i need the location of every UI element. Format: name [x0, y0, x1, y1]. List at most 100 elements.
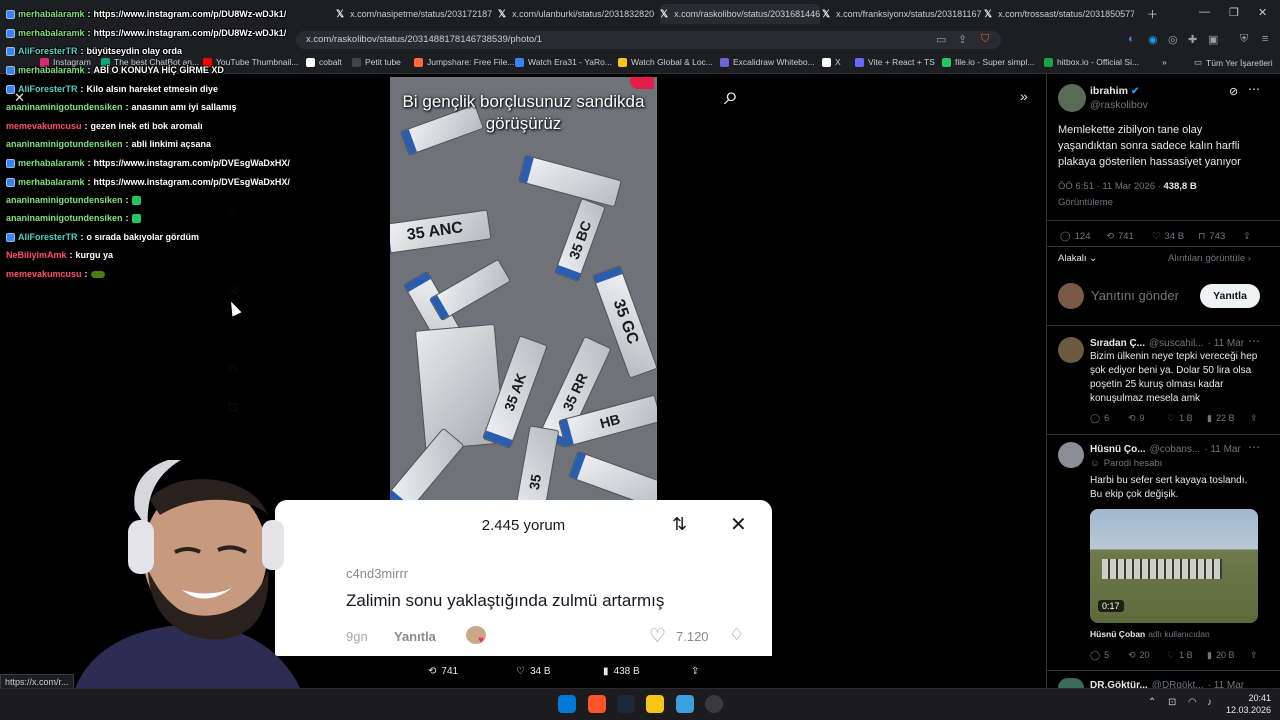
sort-replies-dropdown[interactable]: Alakalı ⌄ [1058, 251, 1097, 266]
reply-views[interactable]: ▮ 22 B [1207, 413, 1234, 424]
view-quotes-link[interactable]: Alıntıları görüntüle › [1168, 251, 1251, 266]
x-logo-icon: 𝕏 [498, 8, 507, 20]
url-input[interactable]: x.com/raskolibov/status/2031488178146738… [296, 31, 1001, 49]
more-icon[interactable]: ⋯ [1248, 334, 1260, 348]
windows-start-icon[interactable] [558, 695, 576, 713]
browser-tab-active[interactable]: 𝕏x.com/raskolibov/status/2031681446 [660, 4, 820, 24]
close-photo-icon[interactable]: ✕ [14, 90, 25, 106]
bookmark-item[interactable]: X [822, 57, 841, 67]
volume-icon[interactable]: ♪ [1207, 697, 1212, 708]
dislike-icon[interactable]: ♢ [729, 625, 744, 645]
reply-repost-button[interactable]: ⟲ 20 [1128, 650, 1150, 661]
more-icon[interactable]: ⋯ [1248, 440, 1260, 454]
brave-browser-icon[interactable] [588, 695, 606, 713]
bookmark-item[interactable]: file.io - Super simpl... [942, 57, 1034, 67]
comment-username[interactable]: c4nd3mirrr [346, 566, 408, 581]
network-icon[interactable]: ⊡ [1168, 697, 1176, 708]
tray-chevron-icon[interactable]: ⌃ [1148, 697, 1156, 708]
share-button[interactable]: ⇪ [691, 666, 699, 677]
share-icon[interactable]: ⇪ [1243, 229, 1251, 244]
tweet-author[interactable]: ibrahim ✔ [1090, 84, 1139, 99]
chat-message: ananinaminigotundensiken: abli linkimi aç… [6, 139, 212, 149]
more-icon[interactable]: ⋯ [1248, 82, 1260, 96]
menu-icon[interactable]: ≡ [1262, 33, 1268, 45]
close-icon[interactable]: ✕ [730, 512, 747, 537]
reply-comment-button[interactable]: ◯ 5 [1090, 650, 1109, 661]
subscriber-badge-icon [6, 65, 15, 75]
extension-icon[interactable]: ◎ [1168, 33, 1178, 46]
obs-icon[interactable] [705, 695, 723, 713]
chat-message: merhabalaramk: https://www.instagram.com/… [6, 9, 286, 19]
comment-reply-button[interactable]: Yanıtla [394, 629, 436, 644]
bookmark-item[interactable]: Petit tube [352, 57, 401, 67]
wifi-icon[interactable]: ◠ [1188, 697, 1197, 708]
repost-button[interactable]: ⟲ 741 [428, 666, 458, 677]
bookmark-item[interactable]: Vite + React + TS [855, 57, 935, 67]
browser-tab[interactable]: 𝕏x.com/nasipetme/status/203172187 [336, 4, 496, 24]
extension-icon[interactable]: ◐ [1128, 33, 1135, 45]
expand-panel-icon[interactable]: » [1020, 88, 1028, 104]
sidebar-icon[interactable]: ▣ [1208, 33, 1218, 46]
share-icon[interactable]: ⇪ [1250, 650, 1258, 661]
minimize-button[interactable]: — [1199, 6, 1210, 18]
bookmark-item[interactable]: Excalidraw Whitebo... [720, 57, 815, 67]
clock[interactable]: 20:41 12.03.2026 [1226, 692, 1271, 716]
reply-like-button[interactable]: ♡ 1 B [1167, 650, 1193, 661]
new-tab-button[interactable]: ＋ [1147, 6, 1158, 22]
file-explorer-icon[interactable] [646, 695, 664, 713]
bookmark-icon: ⊓ [1198, 231, 1206, 242]
video-scene [1102, 559, 1222, 579]
store-icon[interactable] [676, 695, 694, 713]
sort-icon[interactable]: ⇅ [672, 514, 687, 535]
comments-count: 2.445 yorum [481, 517, 566, 534]
browser-tab[interactable]: 𝕏x.com/ulanburki/status/2031832820 [498, 4, 658, 24]
avatar[interactable] [1058, 442, 1084, 468]
restore-button[interactable]: ❐ [1229, 6, 1239, 19]
reply-submit-button[interactable]: Yanıtla [1200, 284, 1260, 308]
avatar[interactable] [1058, 337, 1084, 363]
browser-tab[interactable]: 𝕏x.com/franksiyonx/status/203181167 [822, 4, 982, 24]
chat-message: ananinaminigotundensiken: anasının amı iy… [6, 102, 237, 112]
tweet-handle[interactable]: @raskolibov [1090, 98, 1148, 113]
share-icon[interactable]: ⇪ [958, 33, 967, 46]
search-icon[interactable]: ⌕ [724, 80, 739, 112]
avatar[interactable] [1058, 678, 1084, 688]
bookmark-item[interactable]: Jumpshare: Free File... [414, 57, 514, 67]
reply-like-button[interactable]: ♡ 1 B [1167, 413, 1193, 424]
views-button[interactable]: ▮ 438 B [603, 666, 640, 677]
puzzle-icon[interactable]: ✚ [1188, 33, 1197, 46]
like-button[interactable]: ♡ 34 B [516, 666, 551, 677]
heart-outline-icon[interactable]: ♡ [649, 625, 666, 648]
share-icon: ⇪ [691, 666, 700, 677]
reply-video[interactable]: 0:17 [1090, 509, 1258, 623]
bookmark-count-button[interactable]: ⊓ 743 [1198, 229, 1225, 244]
comments-sheet: 2.445 yorum ⇅ ✕ c4nd3mirrr Zalimin sonu … [275, 500, 772, 656]
vite-icon [855, 57, 864, 67]
vpn-icon[interactable]: ⛨ [1240, 33, 1248, 46]
bookmark-item[interactable]: Watch Era31 - YaRo... [515, 57, 612, 67]
repost-count-button[interactable]: ⟲ 741 [1106, 229, 1134, 244]
close-window-button[interactable]: ✕ [1258, 6, 1267, 19]
reply-input[interactable]: Yanıtını gönder [1091, 288, 1179, 303]
reply-views[interactable]: ▮ 20 B [1207, 650, 1234, 661]
reply-count-button[interactable]: ◯ 124 [1060, 229, 1091, 244]
reply-repost-button[interactable]: ⟲ 9 [1128, 413, 1145, 424]
bookmarks-overflow-button[interactable]: » [1162, 57, 1167, 67]
reply-comment-button[interactable]: ◯ 6 [1090, 413, 1109, 424]
brave-shield-icon[interactable]: ⛉ [981, 33, 989, 46]
all-bookmarks-folder[interactable]: ▭ Tüm Yer İşaretleri [1194, 57, 1273, 68]
avatar[interactable] [1058, 84, 1086, 112]
bookmark-item[interactable]: Watch Global & Loc... [618, 57, 713, 67]
browser-tab[interactable]: 𝕏x.com/trossast/status/2031850577 [984, 4, 1134, 24]
cast-icon[interactable]: ▭ [936, 33, 946, 46]
bookmark-item[interactable]: cobalt [306, 57, 342, 67]
chat-message: ananinaminigotundensiken: [6, 195, 141, 205]
grok-icon[interactable]: ⊘ [1229, 85, 1238, 98]
bookmark-item[interactable]: hitbox.io - Official Si... [1044, 57, 1139, 67]
extension-icon[interactable]: ◉ [1148, 33, 1158, 46]
share-icon[interactable]: ⇪ [1250, 413, 1258, 424]
tweet-photo[interactable]: 35 ANC 35 BC 35 GC 35 AK 35 RR HB 35 Bi … [390, 77, 657, 500]
cobalt-icon [306, 57, 315, 67]
steam-icon[interactable] [617, 695, 635, 713]
like-count-button[interactable]: ♡ 34 B [1152, 229, 1184, 244]
